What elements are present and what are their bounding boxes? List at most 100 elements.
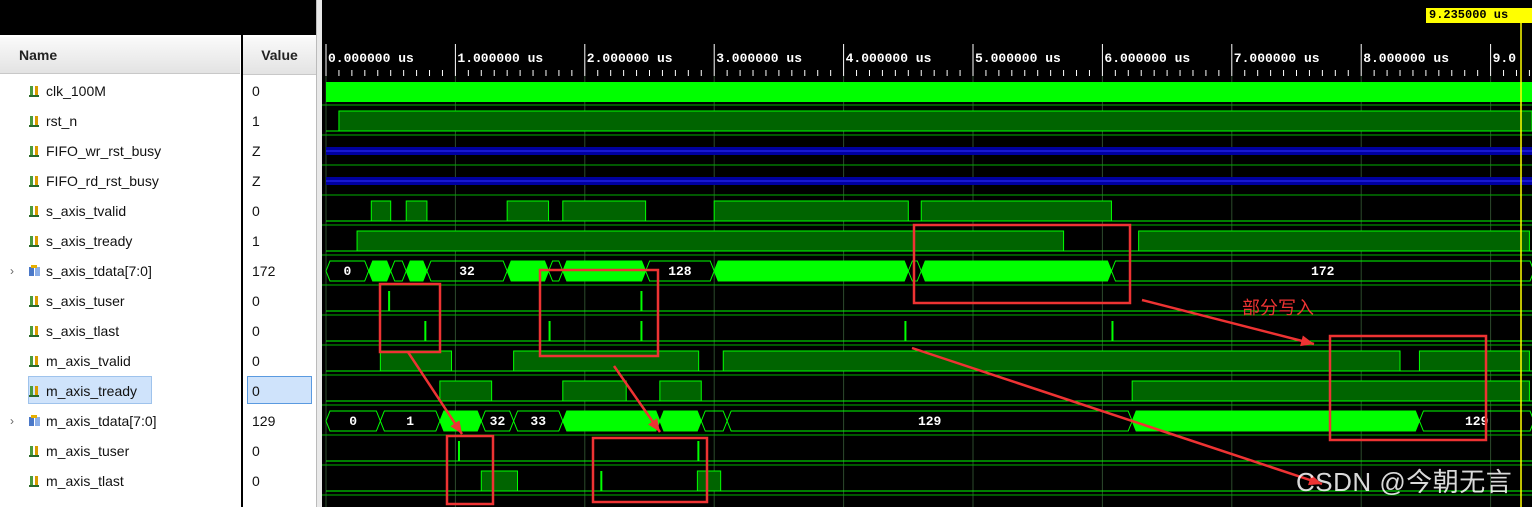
annotation-box [445,434,495,506]
rst-wave [338,110,1532,132]
signal-row-s_axis_tready[interactable]: s_axis_tready [0,226,240,256]
signal-row-s_axis_tdata70[interactable]: › s_axis_tdata[7:0] [0,256,240,286]
tvalid-pulse [713,200,909,222]
signal-row-rst_n[interactable]: rst_n [0,106,240,136]
signal-bit-icon [29,296,39,307]
annotation-box [591,436,709,504]
signal-name: m_axis_tready [46,383,138,399]
tvalid-pulse [506,200,550,222]
m-tdata-value-label: 129 [918,414,942,429]
tlast-pulse [904,321,907,341]
cursor-time-readout: 9.235000 us [1426,8,1532,23]
signal-value: 0 [252,203,260,219]
s-tdata-segment [368,260,392,282]
s-tdata-value-label: 128 [668,264,692,279]
waveform-area[interactable]: 0.000000 us 1.000000 us 2.000000 us 3.00000… [322,0,1532,507]
m-tdata-value-label: 1 [406,414,414,429]
tlast-pulse [548,321,551,341]
signal-row-m_axis_tuser[interactable]: m_axis_tuser [0,436,240,466]
m-tdata-segment [1131,410,1420,432]
m-tready-pulse [562,380,627,402]
ruler-tick-label: 2.000000 us [587,51,673,66]
signal-bit-icon [29,146,39,157]
tvalid-pulse [562,200,647,222]
tlast-pulse [640,321,643,341]
m-tuser-pulse [457,441,460,461]
signal-row-s_axis_tvalid[interactable]: s_axis_tvalid [0,196,240,226]
signal-bit-icon [29,206,39,217]
annotation-box [538,268,660,358]
signal-bit-icon [29,356,39,367]
s-tdata-segment [390,260,407,282]
m-tlast-pulse [696,470,722,492]
signal-value: 172 [252,263,276,279]
m-tlast-pulse [480,470,519,492]
ruler-tick-label: 5.000000 us [975,51,1061,66]
signal-value: 0 [252,293,260,309]
name-column-header[interactable]: Name [0,37,240,74]
ruler-tick-label: 0.000000 us [328,51,414,66]
m-tvalid-pulse [722,350,1401,372]
ruler-tick-label: 9.0 [1493,51,1517,66]
signal-name: m_axis_tlast [46,473,124,489]
m-tdata-value-label: 32 [490,414,506,429]
signal-name: s_axis_tuser [46,293,125,309]
tvalid-pulse [370,200,392,222]
signal-value: Z [252,173,261,189]
signal-row-fifo_wr_rst_busy[interactable]: FIFO_wr_rst_busy [0,136,240,166]
signal-row-m_axis_tlast[interactable]: m_axis_tlast [0,466,240,496]
signal-bit-icon [29,86,39,97]
tready-pulse [1138,230,1530,252]
tuser-pulse [388,291,391,311]
s-tdata-value-label: 172 [1311,264,1335,279]
waveform-viewer: Name Value clk_100M 0 rst_n 1 FIFO_wr_rst_bu… [0,0,1532,507]
m-tvalid-pulse [1418,350,1530,372]
signal-row-m_axis_tvalid[interactable]: m_axis_tvalid [0,346,240,376]
signal-bus-icon [29,415,40,426]
signal-row-fifo_rd_rst_busy[interactable]: FIFO_rd_rst_busy [0,166,240,196]
chevron-right-icon[interactable]: › [10,256,14,286]
signal-bit-icon [29,326,39,337]
signal-name: s_axis_tdata[7:0] [46,263,152,279]
signal-value: 1 [252,113,260,129]
ruler-tick-label: 6.000000 us [1104,51,1190,66]
signal-name: m_axis_tdata[7:0] [46,413,157,429]
s-tdata-value-label: 32 [459,264,475,279]
tready-pulse [356,230,1065,252]
signal-name: s_axis_tlast [46,323,120,339]
m-tdata-segment [562,410,661,432]
signal-value: 0 [252,383,260,399]
signal-value: 0 [252,473,260,489]
signal-row-m_axis_tready[interactable]: m_axis_tready [0,376,240,406]
signal-row-s_axis_tlast[interactable]: s_axis_tlast [0,316,240,346]
m-tready-pulse [659,380,702,402]
signal-row-s_axis_tuser[interactable]: s_axis_tuser [0,286,240,316]
watermark: CSDN @今朝无言 [1296,467,1513,497]
tuser-pulse [640,291,643,311]
signal-value: Z [252,143,261,159]
signal-row-m_axis_tdata70[interactable]: › m_axis_tdata[7:0] [0,406,240,436]
ruler-tick-label: 4.000000 us [846,51,932,66]
signal-bus-icon [29,265,40,276]
m-tdata-value-label: 0 [349,414,357,429]
signal-name: FIFO_wr_rst_busy [46,143,162,159]
tlast-pulse [424,321,427,341]
signal-bit-icon [29,386,39,397]
ruler-tick-label: 8.000000 us [1363,51,1449,66]
m-tvalid-pulse [379,350,453,372]
signal-value: 1 [252,233,260,249]
signal-name: m_axis_tvalid [46,353,131,369]
m-tvalid-pulse [513,350,700,372]
waveform-canvas[interactable]: 0.000000 us 1.000000 us 2.000000 us 3.00000… [322,0,1532,507]
signal-name: s_axis_tvalid [46,203,127,219]
s-tdata-segment [920,260,1112,282]
ruler-tick-label: 7.000000 us [1234,51,1320,66]
m-tdata-value-label: 33 [530,414,546,429]
signal-row-clk_100m[interactable]: clk_100M [0,76,240,106]
tlast-pulse [1111,321,1114,341]
signal-bit-icon [29,116,39,127]
signal-value: 0 [252,353,260,369]
chevron-right-icon[interactable]: › [10,406,14,436]
signal-bit-icon [29,176,39,187]
value-column-header[interactable]: Value [243,37,316,75]
